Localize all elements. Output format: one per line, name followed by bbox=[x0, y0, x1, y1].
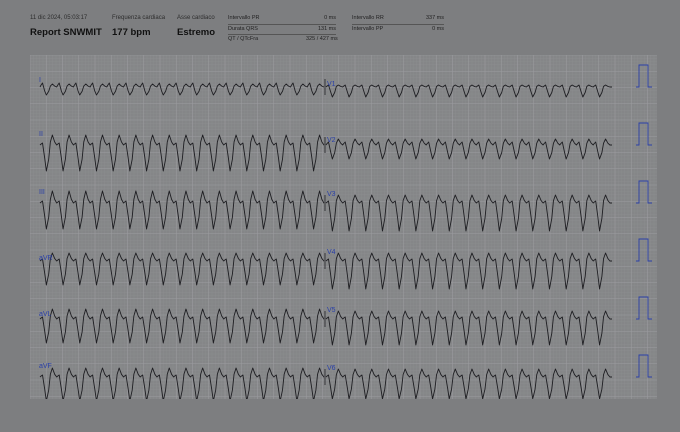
lead-label-i: I bbox=[39, 77, 41, 84]
lead-label-iii: III bbox=[39, 189, 45, 196]
measurement-value: 0 ms bbox=[324, 15, 336, 21]
lead-label-avr: aVR bbox=[39, 255, 53, 262]
lead-label-avl: aVL bbox=[39, 311, 52, 318]
measurement-label: Intervallo PR bbox=[228, 15, 260, 21]
cardiac-axis-value: Estremo bbox=[177, 27, 216, 38]
measurement-value: 325 / 427 ms bbox=[306, 36, 338, 42]
measurement-label: QT / QTcFra bbox=[228, 36, 259, 42]
lead-label-v2: V2 bbox=[327, 137, 336, 144]
measurement-value: 0 ms bbox=[432, 26, 444, 32]
ecg-paper: I II III aVR aVL aVF V1 V2 V3 V4 V5 V6 bbox=[29, 54, 657, 402]
heart-rate-value: 177 bpm bbox=[112, 27, 151, 38]
lead-label-v1: V1 bbox=[327, 81, 336, 88]
report-title: Report SNWMIT bbox=[30, 27, 102, 38]
lead-label-ii: II bbox=[39, 131, 43, 138]
ecg-grid bbox=[29, 54, 657, 402]
report-datetime: 11 dic 2024, 05:03:17 bbox=[30, 15, 88, 21]
cardiac-axis-label: Asse cardiaco bbox=[177, 15, 215, 21]
lead-label-v4: V4 bbox=[327, 249, 336, 256]
measurement-value: 131 ms bbox=[317, 26, 336, 32]
heart-rate-label: Frequenza cardiaca bbox=[112, 15, 166, 21]
lead-label-v3: V3 bbox=[327, 191, 336, 198]
measurement-label: Intervallo PP bbox=[352, 26, 384, 32]
report-header: 11 dic 2024, 05:03:17 Report SNWMIT Freq… bbox=[0, 0, 680, 52]
divider bbox=[352, 24, 444, 25]
measurement-label: Durata QRS bbox=[228, 26, 258, 32]
measurement-label: Intervallo RR bbox=[352, 15, 384, 21]
lead-label-v5: V5 bbox=[327, 307, 336, 314]
lead-label-v6: V6 bbox=[327, 365, 336, 372]
measurement-value: 337 ms bbox=[425, 15, 444, 21]
lead-label-avf: aVF bbox=[39, 363, 52, 370]
divider bbox=[228, 24, 336, 25]
divider bbox=[228, 34, 336, 35]
